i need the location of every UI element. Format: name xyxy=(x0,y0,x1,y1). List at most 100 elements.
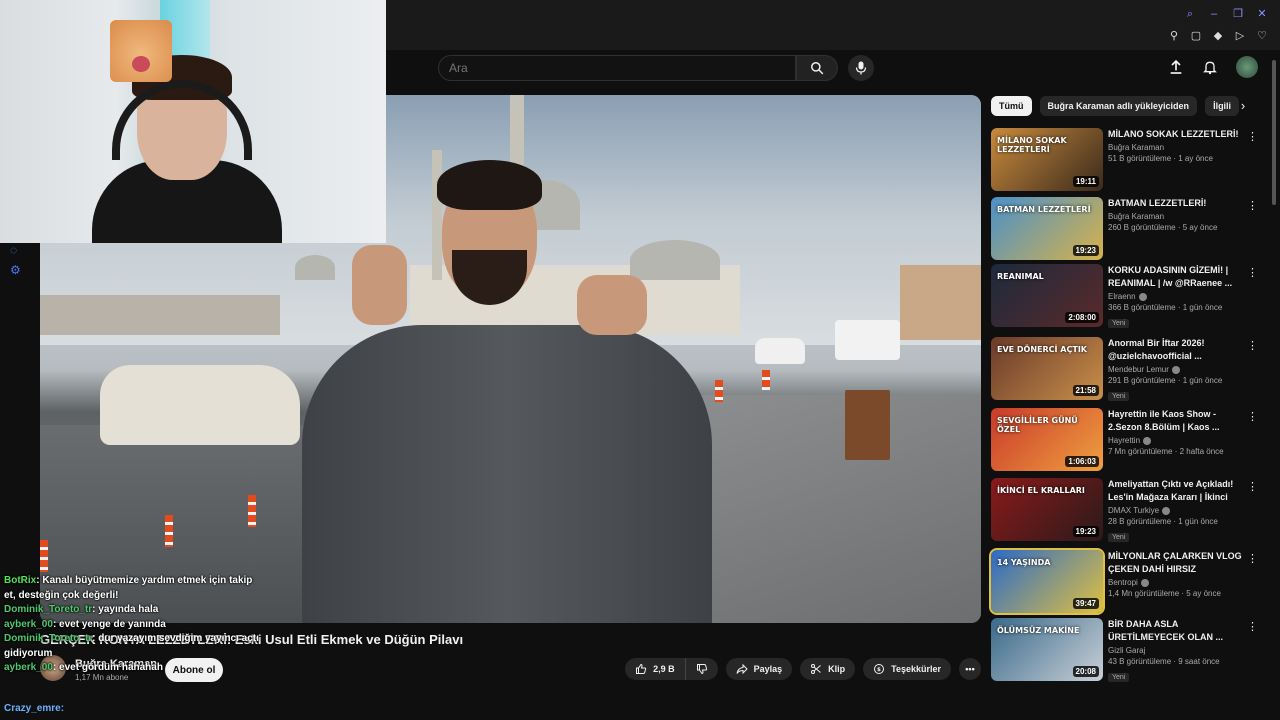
chat-username[interactable]: ayberk_00 xyxy=(4,619,53,630)
filter-chip[interactable]: İlgili xyxy=(1205,96,1240,116)
thanks-label: Teşekkürler xyxy=(891,664,941,674)
more-vertical-icon[interactable]: ⋮ xyxy=(1247,339,1258,353)
settings-icon[interactable]: ⚙ xyxy=(10,263,24,277)
chevron-right-icon[interactable]: › xyxy=(1235,98,1251,114)
recommendation-thumbnail[interactable]: BATMAN LEZZETLERİ 19:23 xyxy=(991,197,1103,260)
scrollbar[interactable] xyxy=(1271,55,1277,680)
right-buildings xyxy=(900,265,981,340)
screenshot-icon[interactable]: ▢ xyxy=(1190,30,1202,42)
recommendation-title[interactable]: Hayrettin ile Kaos Show - 2.Sezon 8.Bölü… xyxy=(1108,408,1243,434)
recommendation-item[interactable]: 14 YAŞINDA 39:47 MİLYONLAR ÇALARKEN VLOG Ç… xyxy=(989,548,1261,615)
more-actions-button[interactable]: ••• xyxy=(959,658,981,680)
restore-icon[interactable]: ❐ xyxy=(1232,8,1244,20)
close-icon[interactable]: ✕ xyxy=(1256,8,1268,20)
recommendation-channel[interactable]: Mendebur Lemur xyxy=(1108,365,1169,374)
thanks-button[interactable]: $ Teşekkürler xyxy=(863,658,951,680)
recommendation-thumbnail[interactable]: MİLANO SOKAK LEZZETLERİ 19:11 xyxy=(991,128,1103,191)
recommendation-item[interactable]: MİLANO SOKAK LEZZETLERİ 19:11 MİLANO SOKAK… xyxy=(991,128,1261,192)
shield-icon[interactable]: ◆ xyxy=(1212,30,1224,42)
thumbnail-text: REANIMAL xyxy=(997,272,1044,281)
like-button[interactable]: 2,9 B xyxy=(625,658,686,680)
more-vertical-icon[interactable]: ⋮ xyxy=(1247,620,1258,634)
more-vertical-icon[interactable]: ⋮ xyxy=(1247,480,1258,494)
recommendation-item[interactable]: REANIMAL 2:08:00 KORKU ADASININ GİZEMİ! | … xyxy=(991,264,1261,328)
bell-icon[interactable] xyxy=(1202,59,1218,75)
account-avatar[interactable] xyxy=(1236,56,1258,78)
recommendation-item[interactable]: İKİNCİ EL KRALLARI 19:23 Ameliyattan Çıktı… xyxy=(991,478,1261,542)
scissors-icon xyxy=(811,664,821,674)
more-vertical-icon[interactable]: ⋮ xyxy=(1247,410,1258,424)
recommendation-thumbnail[interactable]: EVE DÖNERCİ AÇTIK 21:58 xyxy=(991,337,1103,400)
heart-icon[interactable]: ♡ xyxy=(1256,30,1268,42)
play-icon[interactable]: ▷ xyxy=(1234,30,1246,42)
filter-chip[interactable]: Buğra Karaman adlı yükleyiciden xyxy=(1039,96,1198,116)
clip-button[interactable]: Klip xyxy=(800,658,856,680)
upload-icon[interactable] xyxy=(1168,59,1184,75)
search-input[interactable] xyxy=(438,55,796,81)
recommendation-title[interactable]: BİR DAHA ASLA ÜRETİLMEYECEK OLAN ... xyxy=(1108,618,1243,644)
video-duration: 19:23 xyxy=(1072,245,1099,256)
recommendation-channel[interactable]: Elraenn xyxy=(1108,292,1136,301)
chat-username[interactable]: Dominik_Toreto_tr xyxy=(4,633,92,644)
chat-username[interactable]: BotRix xyxy=(4,575,36,586)
chat-text: gidiyorum xyxy=(4,647,53,659)
white-car xyxy=(100,365,300,445)
voice-search-button[interactable] xyxy=(848,55,874,81)
clip-label: Klip xyxy=(828,664,846,674)
chat-text: et, desteğin çok değerli! xyxy=(4,589,119,601)
recommendation-thumbnail[interactable]: REANIMAL 2:08:00 xyxy=(991,264,1103,327)
thumbnail-text: MİLANO SOKAK LEZZETLERİ xyxy=(997,136,1067,154)
recommendation-title[interactable]: BATMAN LEZZETLERİ! xyxy=(1108,197,1243,210)
recommendation-item[interactable]: EVE DÖNERCİ AÇTIK 21:58 Anormal Bir İftar … xyxy=(991,337,1261,401)
recommendation-channel[interactable]: Bentropi xyxy=(1108,578,1138,587)
white-van xyxy=(835,320,900,360)
recommendation-title[interactable]: Anormal Bir İftar 2026! @uzielchavooffic… xyxy=(1108,337,1243,363)
filter-chip[interactable]: Tümü xyxy=(991,96,1032,116)
filter-chips: Tümü Buğra Karaman adlı yükleyiciden İlgil… xyxy=(991,95,1266,117)
chat-username[interactable]: Dominik_Toreto_tr xyxy=(4,604,92,615)
more-vertical-icon[interactable]: ⋮ xyxy=(1247,266,1258,280)
video-duration: 21:58 xyxy=(1072,385,1099,396)
chat-username[interactable]: ayberk_00 xyxy=(4,662,53,673)
chat-message: BotRix: Kanalı büyütmemize yardım etmek … xyxy=(4,574,304,589)
recommendation-channel-row: Mendebur Lemur xyxy=(1108,365,1243,374)
video-duration: 20:08 xyxy=(1072,666,1099,677)
recommendation-channel[interactable]: Gizli Garaj xyxy=(1108,646,1145,655)
share-label: Paylaş xyxy=(753,664,783,674)
recommendation-thumbnail[interactable]: ÖLÜMSÜZ MAKİNE 20:08 xyxy=(991,618,1103,681)
recommendation-item[interactable]: ÖLÜMSÜZ MAKİNE 20:08 BİR DAHA ASLA ÜRETİLM… xyxy=(991,618,1261,682)
thumbnail-text: İKİNCİ EL KRALLARI xyxy=(997,486,1085,495)
recommendation-meta: 1,4 Mn görüntüleme · 5 ay önce xyxy=(1108,589,1221,598)
recommendation-item[interactable]: SEVGİLİLER GÜNÜ ÖZEL 1:06:03 Hayrettin ile… xyxy=(991,408,1261,472)
pin-icon[interactable]: ⚲ xyxy=(1168,30,1180,42)
recommendation-thumbnail[interactable]: 14 YAŞINDA 39:47 xyxy=(989,548,1105,615)
minimize-icon[interactable]: – xyxy=(1208,8,1220,20)
share-button[interactable]: Paylaş xyxy=(725,658,793,680)
recommendation-channel[interactable]: Hayrettin xyxy=(1108,436,1140,445)
dislike-button[interactable] xyxy=(685,658,718,680)
recommendation-item[interactable]: BATMAN LEZZETLERİ 19:23 BATMAN LEZZETLERİ!… xyxy=(991,197,1261,261)
recommendation-title[interactable]: KORKU ADASININ GİZEMİ! | REANIMAL | /w @… xyxy=(1108,264,1243,290)
recommendation-meta: 28 B görüntüleme · 1 gün önce xyxy=(1108,517,1218,526)
verified-icon xyxy=(1138,292,1147,301)
recommendation-title[interactable]: MİLANO SOKAK LEZZETLERİ! xyxy=(1108,128,1243,141)
search-icon[interactable]: ⌕ xyxy=(1184,8,1196,20)
recommendation-title[interactable]: MİLYONLAR ÇALARKEN VLOG ÇEKEN DAHİ HIRSI… xyxy=(1108,550,1243,576)
search-button[interactable] xyxy=(796,55,838,81)
more-vertical-icon[interactable]: ⋮ xyxy=(1247,199,1258,213)
traffic-cone xyxy=(165,515,173,547)
chat-message: ayberk_00: evet gördüm hahahah xyxy=(4,661,304,676)
more-vertical-icon[interactable]: ⋮ xyxy=(1247,130,1258,144)
recommendation-channel[interactable]: Buğra Karaman xyxy=(1108,143,1164,152)
recommendation-channel[interactable]: DMAX Turkiye xyxy=(1108,506,1159,515)
video-duration: 19:11 xyxy=(1072,176,1099,187)
more-vertical-icon[interactable]: ⋮ xyxy=(1247,552,1258,566)
recommendation-info: MİLANO SOKAK LEZZETLERİ! Buğra Karaman 51 … xyxy=(1108,128,1243,163)
recommendation-thumbnail[interactable]: İKİNCİ EL KRALLARI 19:23 xyxy=(991,478,1103,541)
chat-message: Dominik_Toreto_tr: yayında hala xyxy=(4,603,304,618)
recommendation-channel-row: DMAX Turkiye xyxy=(1108,506,1243,515)
recommendation-thumbnail[interactable]: SEVGİLİLER GÜNÜ ÖZEL 1:06:03 xyxy=(991,408,1103,471)
recommendation-title[interactable]: Ameliyattan Çıktı ve Açıkladı! Les'in Ma… xyxy=(1108,478,1243,504)
chat-icon[interactable]: ◌ xyxy=(10,243,24,257)
recommendation-channel[interactable]: Buğra Karaman xyxy=(1108,212,1164,221)
